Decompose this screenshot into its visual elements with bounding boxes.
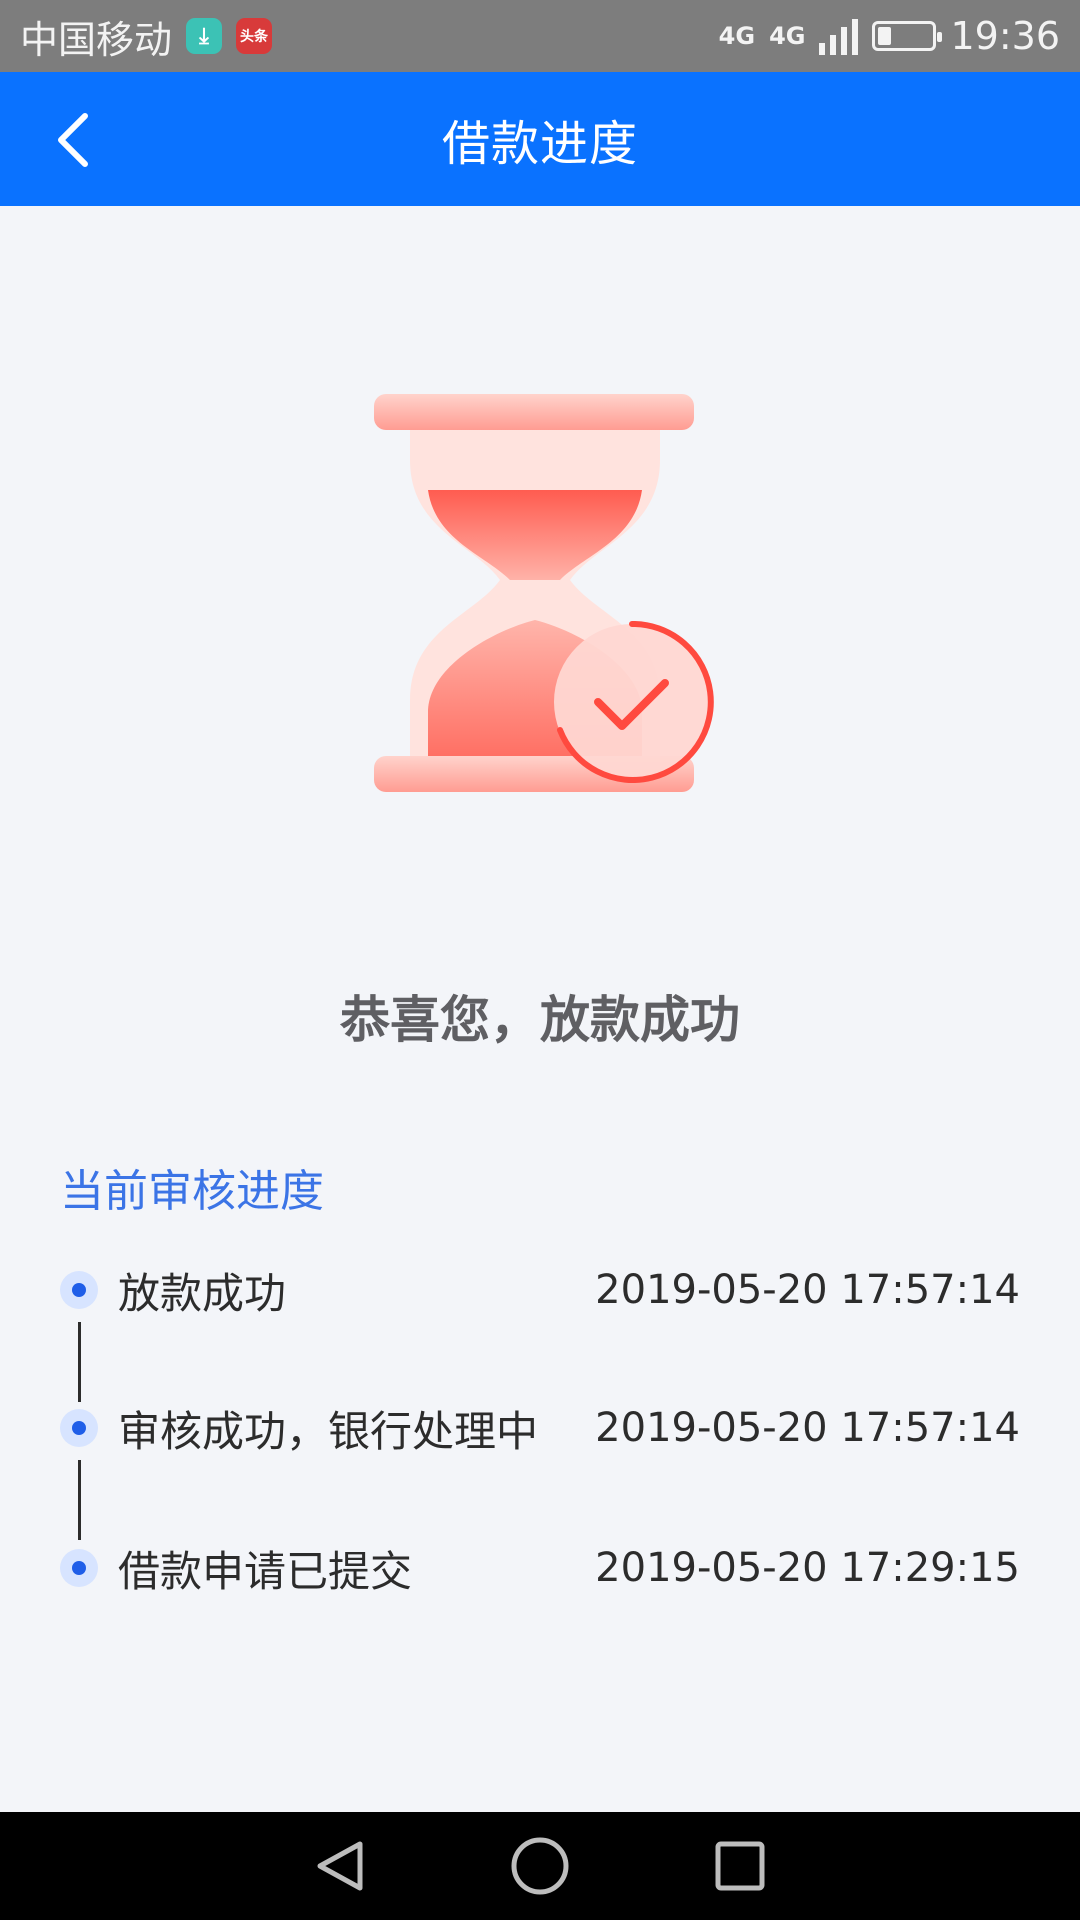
nav-recents-button[interactable] bbox=[700, 1826, 780, 1906]
battery-icon bbox=[872, 21, 943, 51]
app-bar: 借款进度 bbox=[0, 72, 1080, 206]
triangle-back-icon bbox=[317, 1841, 363, 1891]
circle-home-icon bbox=[511, 1837, 569, 1895]
nav-home-button[interactable] bbox=[500, 1826, 580, 1906]
hourglass-check-icon bbox=[360, 380, 740, 810]
timeline-dot bbox=[60, 1271, 98, 1309]
page-title: 借款进度 bbox=[441, 116, 638, 172]
signal-icon bbox=[819, 17, 859, 55]
status-bar: 中国移动 ⤓ 头条 4G 4G 19:36 bbox=[0, 0, 1080, 72]
timeline-dot bbox=[60, 1409, 98, 1447]
progress-heading: 当前审核进度 bbox=[60, 1166, 324, 1217]
timeline-connector bbox=[78, 1322, 81, 1402]
timeline-step-label: 审核成功，银行处理中 bbox=[118, 1406, 539, 1456]
nav-back-button[interactable] bbox=[300, 1826, 380, 1906]
result-message: 恭喜您，放款成功 bbox=[340, 991, 740, 1049]
download-icon: ⤓ bbox=[186, 18, 223, 54]
timeline-step-label: 放款成功 bbox=[118, 1268, 287, 1318]
timeline-item: 审核成功，银行处理中 2019-05-20 17:57:14 bbox=[0, 1398, 1080, 1458]
square-recents-icon bbox=[715, 1841, 765, 1891]
timeline-dot bbox=[60, 1549, 98, 1587]
network-type-1: 4G bbox=[718, 22, 756, 50]
timeline-step-time: 2019-05-20 17:57:14 bbox=[595, 1405, 1020, 1451]
timeline-step-time: 2019-05-20 17:57:14 bbox=[595, 1267, 1020, 1313]
status-right: 4G 4G 19:36 bbox=[719, 14, 1060, 58]
news-app-icon: 头条 bbox=[236, 18, 273, 54]
system-nav-bar bbox=[0, 1812, 1080, 1920]
network-type-2: 4G bbox=[769, 22, 806, 50]
status-time: 19:36 bbox=[950, 14, 1060, 58]
timeline-connector bbox=[78, 1460, 81, 1540]
chevron-left-icon bbox=[58, 113, 88, 167]
timeline-item: 放款成功 2019-05-20 17:57:14 bbox=[0, 1260, 1080, 1320]
timeline-step-time: 2019-05-20 17:29:15 bbox=[595, 1545, 1020, 1591]
timeline-step-label: 借款申请已提交 bbox=[118, 1546, 413, 1596]
back-button[interactable] bbox=[38, 105, 108, 175]
timeline-item: 借款申请已提交 2019-05-20 17:29:15 bbox=[0, 1538, 1080, 1598]
status-left: 中国移动 ⤓ 头条 bbox=[20, 9, 273, 64]
carrier-name: 中国移动 bbox=[20, 17, 173, 62]
